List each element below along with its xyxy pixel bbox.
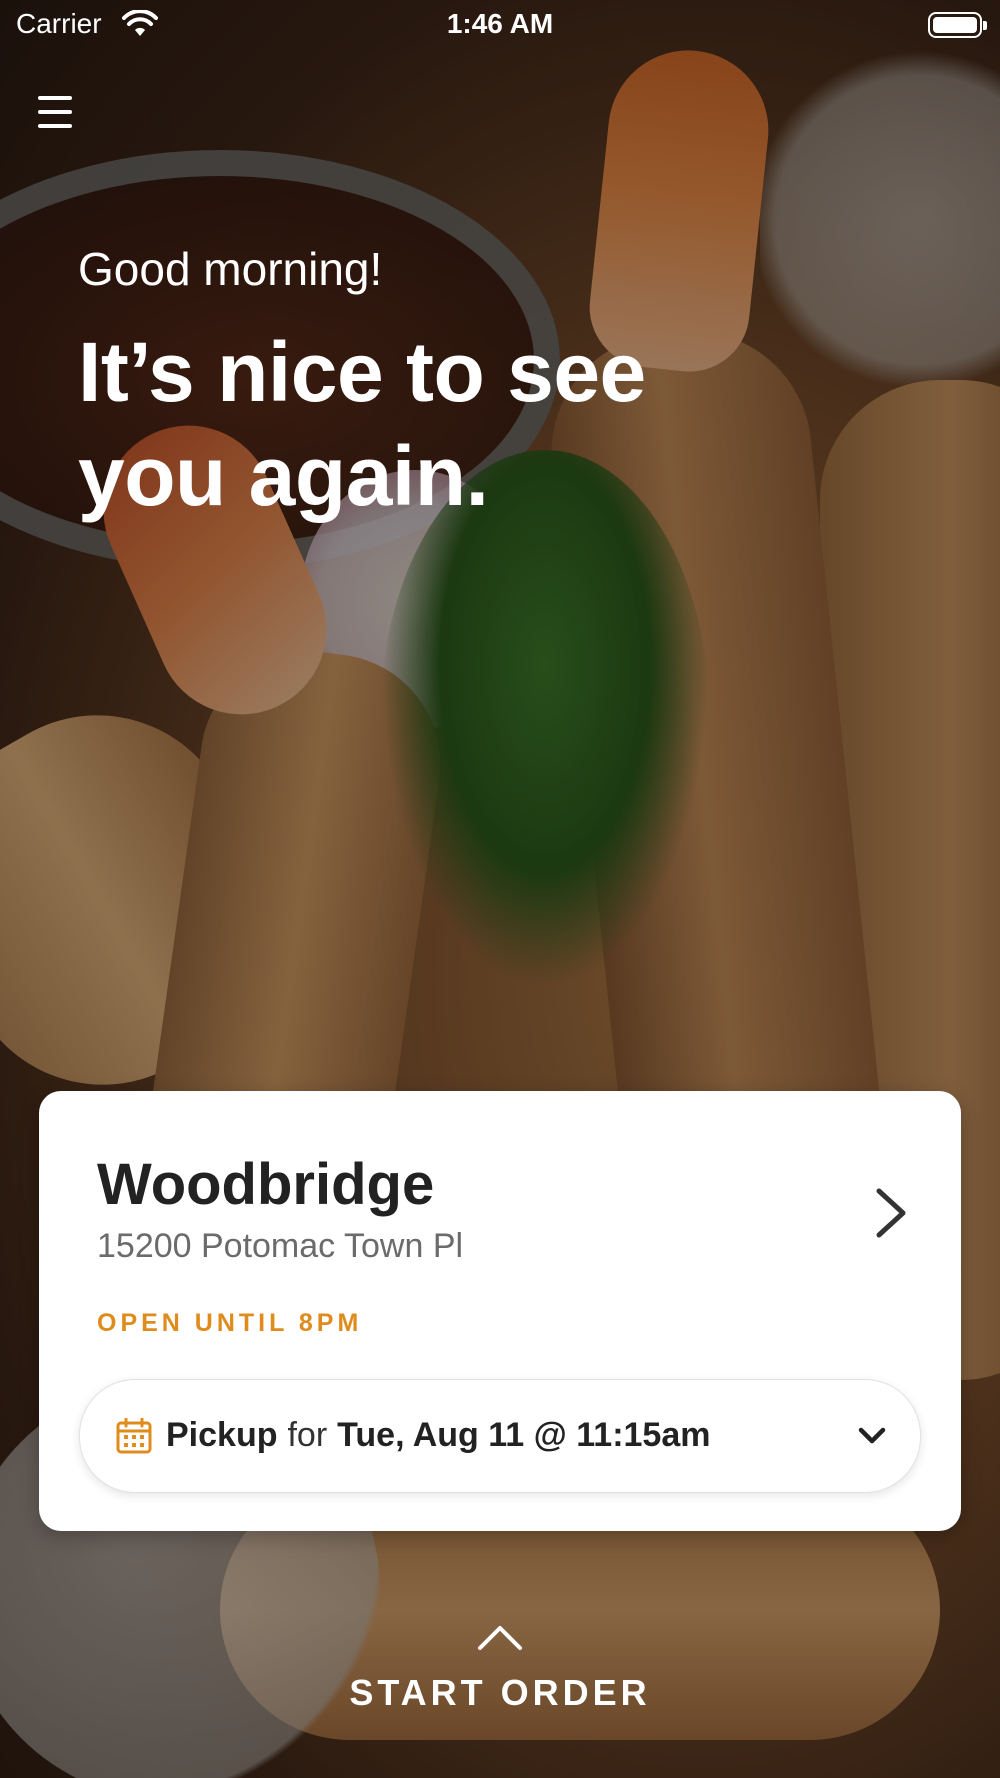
location-name: Woodbridge	[97, 1152, 435, 1217]
status-time: 1:46 AM	[446, 8, 554, 39]
order-connector: for	[287, 1416, 328, 1454]
order-datetime: Tue, Aug 11 @ 11:15am	[337, 1416, 711, 1454]
location-address: 15200 Potomac Town Pl	[97, 1227, 464, 1265]
order-time-selector[interactable]: Pickup for Tue, Aug 11 @ 11:15am	[79, 1379, 921, 1493]
chevron-right-icon[interactable]	[865, 1183, 915, 1243]
location-hours: OPEN UNTIL 8PM	[97, 1309, 363, 1337]
hamburger-menu-icon[interactable]	[32, 90, 84, 134]
battery-icon	[928, 12, 987, 38]
welcome-headline: It’s nice to see you again.	[78, 325, 646, 523]
calendar-icon	[116, 1418, 152, 1454]
start-order-button[interactable]: START ORDER	[0, 1672, 1000, 1714]
location-card: Woodbridge 15200 Potomac Town Pl OPEN UN…	[39, 1091, 961, 1531]
status-bar: Carrier 1:46 AM	[0, 0, 1000, 50]
home-screen: Carrier 1:46 AM Good morning! It’s nice …	[0, 0, 1000, 1778]
chevron-down-icon[interactable]	[856, 1420, 888, 1452]
order-summary-text: Pickup for Tue, Aug 11 @ 11:15am	[166, 1416, 710, 1455]
greeting-text: Good morning!	[78, 243, 383, 295]
chevron-up-icon[interactable]	[476, 1622, 524, 1652]
order-mode: Pickup	[166, 1416, 278, 1454]
